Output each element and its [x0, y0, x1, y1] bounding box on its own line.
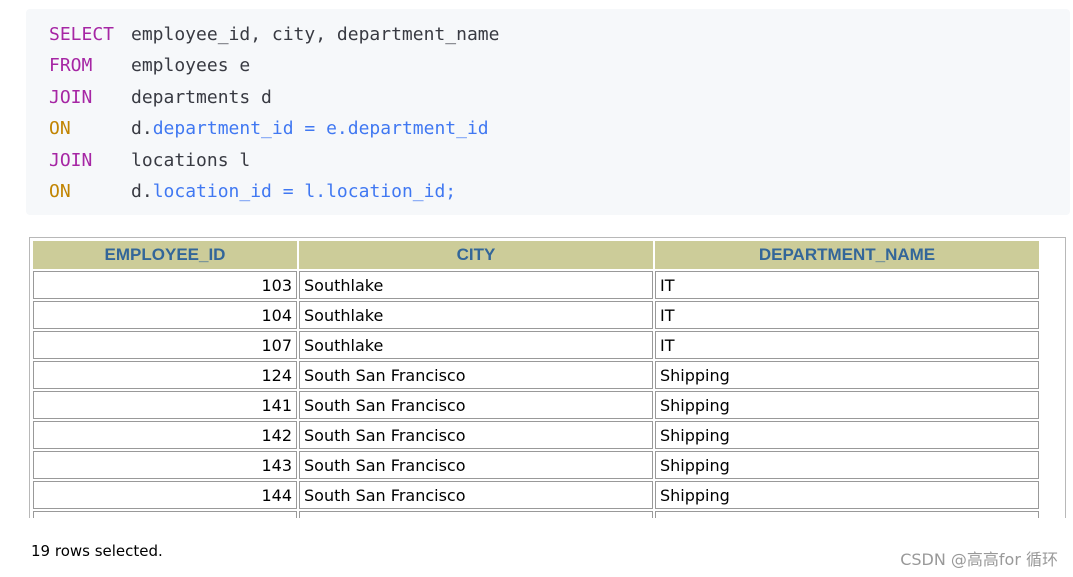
- cell-employee-id: 142: [33, 421, 297, 449]
- page: SELECT employee_id, city, department_name…: [0, 0, 1073, 577]
- cell-department-name: Shipping: [655, 481, 1039, 509]
- cell-department-name: [655, 511, 1039, 518]
- sql-tail: = e.department_id: [293, 118, 489, 140]
- cell-department-name: IT: [655, 331, 1039, 359]
- sql-tail: = l.location_id;: [271, 180, 457, 202]
- sql-text: departments d: [131, 86, 272, 108]
- sql-text: employee_id, city, department_name: [131, 24, 500, 45]
- cell-department-name: Shipping: [655, 421, 1039, 449]
- sql-line: ON d. location_id = l.location_id;: [49, 176, 1070, 207]
- cell-city: Southlake: [299, 301, 653, 329]
- cell-employee-id: 124: [33, 361, 297, 389]
- table-row: 143 South San Francisco Shipping: [33, 451, 1039, 479]
- cell-department-name: IT: [655, 271, 1039, 299]
- column-header-employee-id: EMPLOYEE_ID: [33, 241, 297, 269]
- cell-department-name: Shipping: [655, 361, 1039, 389]
- cell-employee-id: 143: [33, 451, 297, 479]
- sql-ref: location_id: [152, 180, 272, 202]
- watermark: CSDN @高高for 循环: [900, 550, 1058, 569]
- sql-keyword: JOIN: [49, 86, 93, 108]
- table-row: 144 South San Francisco Shipping: [33, 481, 1039, 509]
- rows-selected-status: 19 rows selected.: [31, 542, 163, 560]
- column-header-department-name: DEPARTMENT_NAME: [655, 241, 1039, 269]
- table-row: 107 Southlake IT: [33, 331, 1039, 359]
- cell-employee-id: 103: [33, 271, 297, 299]
- sql-line: JOIN departments d: [49, 82, 1070, 113]
- sql-code-block: SELECT employee_id, city, department_name…: [26, 9, 1070, 215]
- cell-city: South San Francisco: [299, 421, 653, 449]
- sql-line: ON d. department_id = e.department_id: [49, 113, 1070, 144]
- sql-line: SELECT employee_id, city, department_name: [49, 19, 1070, 50]
- sql-ref: department_id: [152, 118, 294, 140]
- cell-employee-id: 104: [33, 301, 297, 329]
- cell-city: South San Francisco: [299, 391, 653, 419]
- cell-department-name: Shipping: [655, 391, 1039, 419]
- cell-department-name: Shipping: [655, 451, 1039, 479]
- sql-text: employees e: [131, 55, 251, 77]
- table-row: 124 South San Francisco Shipping: [33, 361, 1039, 389]
- sql-keyword: JOIN: [49, 149, 93, 171]
- sql-text: locations l: [131, 149, 251, 171]
- column-header-city: CITY: [299, 241, 653, 269]
- sql-line: FROM employees e: [49, 50, 1070, 81]
- cell-department-name: IT: [655, 301, 1039, 329]
- table-row: 103 Southlake IT: [33, 271, 1039, 299]
- cell-city: South San Francisco: [299, 361, 653, 389]
- cell-employee-id: 141: [33, 391, 297, 419]
- result-table-container: EMPLOYEE_ID CITY DEPARTMENT_NAME 103 Sout…: [29, 237, 1066, 518]
- table-row: 142 South San Francisco Shipping: [33, 421, 1039, 449]
- cell-city: South San Francisco: [299, 481, 653, 509]
- sql-keyword: ON: [49, 180, 71, 202]
- table-body: 103 Southlake IT 104 Southlake IT 107 Southlake…: [33, 271, 1039, 518]
- table-row: [33, 511, 1039, 518]
- sql-line: JOIN locations l: [49, 145, 1070, 176]
- table-row: 141 South San Francisco Shipping: [33, 391, 1039, 419]
- cell-city: [299, 511, 653, 518]
- table-header-row: EMPLOYEE_ID CITY DEPARTMENT_NAME: [33, 241, 1039, 269]
- result-table: EMPLOYEE_ID CITY DEPARTMENT_NAME 103 Sout…: [31, 239, 1041, 518]
- cell-employee-id: [33, 511, 297, 518]
- sql-keyword: FROM: [49, 55, 93, 77]
- cell-city: Southlake: [299, 331, 653, 359]
- cell-employee-id: 144: [33, 481, 297, 509]
- sql-text: d.: [131, 180, 153, 202]
- cell-city: Southlake: [299, 271, 653, 299]
- cell-city: South San Francisco: [299, 451, 653, 479]
- sql-keyword: SELECT: [49, 24, 115, 45]
- cell-employee-id: 107: [33, 331, 297, 359]
- table-row: 104 Southlake IT: [33, 301, 1039, 329]
- sql-text: d.: [131, 118, 153, 140]
- sql-keyword: ON: [49, 118, 71, 140]
